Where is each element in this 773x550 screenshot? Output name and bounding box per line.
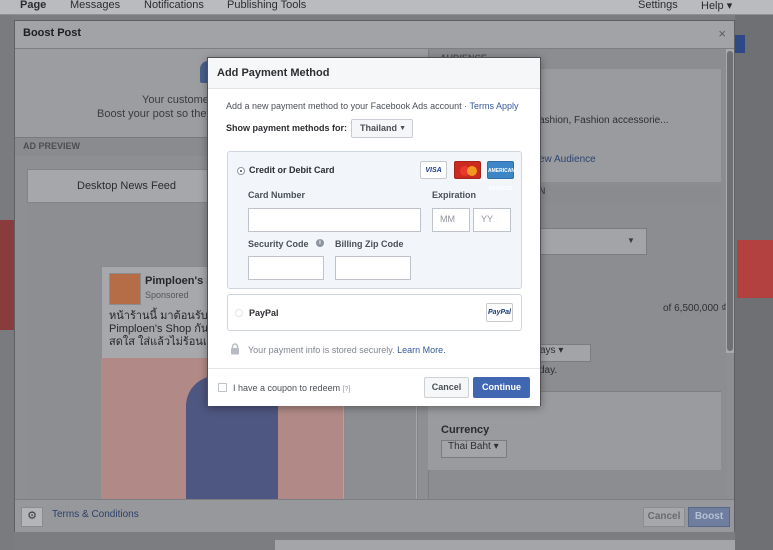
secure-text: Your payment info is stored securely. — [248, 345, 398, 355]
top-navigation: Page Messages Notifications Publishing T… — [0, 0, 773, 15]
feed-tab-label: Desktop News Feed — [77, 180, 177, 192]
mastercard-icon — [454, 161, 481, 179]
page-background-image — [0, 220, 14, 330]
currency-value: Thai Baht — [448, 441, 491, 452]
post-text-line: Pimploen's Shop กันดี — [109, 323, 216, 335]
gear-icon[interactable]: ⚙ — [21, 507, 43, 527]
chevron-down-icon: ▼ — [399, 125, 406, 132]
boost-post-header: Boost Post × — [15, 21, 734, 49]
paypal-label: PayPal — [249, 308, 279, 318]
info-icon[interactable]: i — [316, 239, 324, 247]
chevron-down-icon: ▾ — [726, 0, 733, 12]
expiration-month-input[interactable]: MM — [432, 208, 470, 232]
nav-settings[interactable]: Settings — [638, 0, 678, 11]
close-icon[interactable]: × — [718, 26, 726, 41]
show-methods-label: Show payment methods for: — [226, 123, 348, 133]
nav-messages[interactable]: Messages — [70, 0, 120, 11]
currency-label: Currency — [441, 424, 490, 436]
background-button — [735, 35, 745, 53]
intro-text: Add a new payment method to your Faceboo… — [226, 101, 470, 111]
mastercard-circle-right — [467, 166, 477, 176]
post-page-name: Pimploen's S — [145, 275, 214, 287]
nav-publishing-tools[interactable]: Publishing Tools — [227, 0, 306, 11]
card-number-input[interactable] — [248, 208, 421, 232]
security-code-input[interactable] — [248, 256, 324, 280]
nav-page[interactable]: Page — [20, 0, 46, 11]
credit-card-label: Credit or Debit Card — [249, 165, 335, 175]
post-text: หน้าร้านนี้ มาต้อนรับลม Pimploen's Shop … — [109, 310, 222, 349]
budget-reach-text: of 6,500,000 ₫ — [663, 303, 727, 314]
chevron-down-icon: ▼ — [627, 236, 635, 245]
boost-post-title: Boost Post — [23, 27, 82, 39]
terms-apply-link[interactable]: Terms Apply — [469, 101, 518, 111]
post-sponsored-label: Sponsored — [145, 290, 189, 300]
ad-preview-label: AD PREVIEW — [23, 141, 81, 151]
billing-zip-input[interactable] — [335, 256, 411, 280]
paypal-radio[interactable] — [235, 309, 243, 317]
post-text-line: สดใส ใส่แล้วไม่ร้อนแถ — [109, 336, 217, 348]
country-value: Thailand — [360, 123, 398, 133]
audience-interests: ashion, Fashion accessorie... — [539, 115, 669, 126]
card-number-label: Card Number — [248, 190, 306, 200]
learn-more-link[interactable]: Learn More. — [397, 345, 446, 355]
boost-intro-line2: Boost your post so they — [97, 108, 212, 120]
terms-conditions-link[interactable]: Terms & Conditions — [52, 509, 139, 520]
amex-icon: AMERICAN EXPRESS — [487, 161, 515, 192]
security-code-label: Security Code — [248, 239, 309, 249]
coupon-label: I have a coupon to redeem [?] — [233, 383, 350, 393]
boost-button[interactable]: Boost — [688, 507, 730, 527]
dialog-intro: Add a new payment method to your Faceboo… — [226, 101, 519, 111]
secure-info-text: Your payment info is stored securely. Le… — [248, 345, 446, 355]
boost-intro-line1: Your customer — [142, 94, 213, 106]
post-text-line: หน้าร้านนี้ มาต้อนรับลม — [109, 310, 222, 322]
dialog-header: Add Payment Method — [208, 58, 540, 89]
billing-zip-label: Billing Zip Code — [335, 239, 404, 249]
lock-icon — [231, 343, 239, 355]
coupon-checkbox[interactable] — [218, 383, 227, 392]
currency-select[interactable]: Thai Baht ▾ — [441, 440, 507, 458]
create-new-audience-link[interactable]: ew Audience — [539, 154, 596, 165]
country-select[interactable]: Thailand ▼ — [351, 119, 413, 138]
nav-help[interactable]: Help ▾ — [701, 0, 732, 12]
scrollbar-thumb[interactable] — [727, 51, 733, 351]
expiration-year-input[interactable]: YY — [473, 208, 511, 232]
visa-icon: VISA — [420, 161, 447, 179]
coupon-help-link[interactable]: [?] — [343, 386, 351, 393]
duration-select-label: ays — [540, 345, 556, 356]
dialog-title: Add Payment Method — [217, 67, 330, 79]
background-photo — [737, 240, 773, 298]
credit-card-radio[interactable] — [237, 167, 245, 175]
duration-select[interactable]: ays ▾ — [539, 344, 591, 362]
coupon-text: I have a coupon to redeem — [233, 383, 343, 393]
expiration-label: Expiration — [432, 190, 477, 200]
duration-text: day. — [539, 365, 558, 376]
paypal-icon: PayPal — [486, 303, 513, 322]
add-payment-method-dialog: Add Payment Method Add a new payment met… — [207, 57, 541, 406]
cancel-button[interactable]: Cancel — [424, 377, 469, 398]
background-panel — [275, 540, 735, 550]
nav-notifications[interactable]: Notifications — [144, 0, 204, 11]
avatar — [109, 273, 141, 305]
boost-cancel-button[interactable]: Cancel — [643, 507, 685, 527]
continue-button[interactable]: Continue — [473, 377, 530, 398]
nav-help-label: Help — [701, 0, 724, 12]
